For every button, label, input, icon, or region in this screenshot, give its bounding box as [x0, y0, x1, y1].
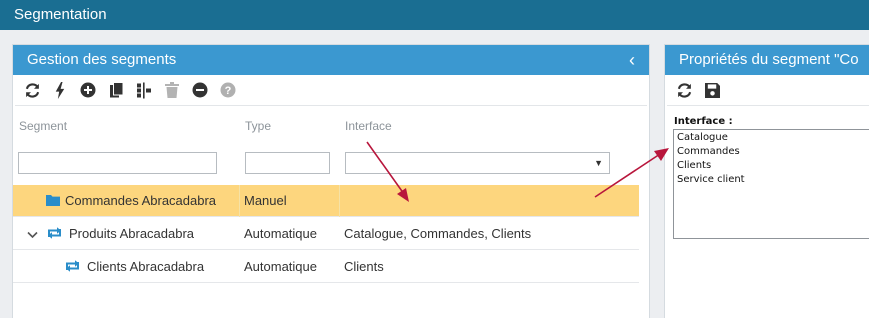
list-item[interactable]: Clients: [677, 159, 869, 173]
segment-name: Commandes Abracadabra: [65, 193, 217, 208]
svg-text:?: ?: [225, 85, 232, 97]
segment-cell: Produits Abracadabra: [13, 218, 240, 250]
type-cell: Manuel: [240, 185, 340, 217]
interface-cell: Clients: [344, 259, 384, 274]
table-row[interactable]: Clients Abracadabra Automatique Clients: [13, 251, 639, 283]
toolbar-divider: [667, 105, 869, 106]
segment-management-panel: Gestion des segments ‹ ? Segment Type In…: [12, 44, 650, 318]
segment-toolbar: ?: [13, 75, 649, 105]
segment-name: Produits Abracadabra: [69, 226, 195, 241]
segment-properties-header: Propriétés du segment "Co: [665, 45, 869, 75]
interface-cell: [340, 185, 639, 217]
segment-properties-title: Propriétés du segment "Co: [679, 51, 859, 68]
sync-icon: [46, 219, 63, 251]
folder-icon: [46, 186, 60, 218]
segment-filter-input[interactable]: [18, 152, 217, 174]
list-item[interactable]: Commandes: [677, 145, 869, 159]
list-item[interactable]: Catalogue: [677, 131, 869, 145]
properties-toolbar: [665, 75, 869, 105]
sync-icon: [64, 252, 81, 284]
copy-icon[interactable]: [104, 78, 128, 102]
column-header-segment[interactable]: Segment: [19, 119, 67, 133]
help-icon[interactable]: ?: [216, 78, 240, 102]
save-icon[interactable]: [700, 78, 724, 102]
plus-circle-icon[interactable]: [76, 78, 100, 102]
trash-icon[interactable]: [160, 78, 184, 102]
segment-properties-panel: Propriétés du segment "Co Interface : Ca…: [664, 44, 869, 318]
column-header-interface[interactable]: Interface: [345, 119, 392, 133]
segment-cell: Commandes Abracadabra: [13, 185, 240, 217]
type-filter-input[interactable]: [245, 152, 330, 174]
app-title: Segmentation: [0, 0, 869, 30]
type-cell: Automatique: [244, 259, 317, 274]
segment-cell: Clients Abracadabra: [13, 251, 240, 283]
type-cell: Automatique: [244, 226, 317, 241]
table-row[interactable]: Commandes Abracadabra Manuel: [13, 185, 639, 217]
chevron-left-icon[interactable]: ‹: [629, 45, 635, 75]
interface-listbox[interactable]: Catalogue Commandes Clients Service clie…: [673, 129, 869, 239]
interface-filter-select[interactable]: ▼: [345, 152, 610, 174]
column-header-type[interactable]: Type: [245, 119, 271, 133]
chevron-down-icon[interactable]: [27, 219, 38, 251]
minus-circle-icon[interactable]: [188, 78, 212, 102]
lightning-icon[interactable]: [48, 78, 72, 102]
refresh-icon[interactable]: [672, 78, 696, 102]
toolbar-divider: [15, 105, 647, 106]
table-row[interactable]: Produits Abracadabra Automatique Catalog…: [13, 218, 639, 250]
interface-label: Interface :: [674, 116, 733, 127]
segment-management-title: Gestion des segments: [27, 51, 177, 68]
list-item[interactable]: Service client: [677, 173, 869, 187]
interface-cell: Catalogue, Commandes, Clients: [344, 226, 532, 241]
dropdown-caret-icon: ▼: [594, 158, 603, 168]
refresh-icon[interactable]: [20, 78, 44, 102]
segment-management-header: Gestion des segments ‹: [13, 45, 649, 75]
tree-icon[interactable]: [132, 78, 156, 102]
segment-name: Clients Abracadabra: [87, 259, 205, 274]
